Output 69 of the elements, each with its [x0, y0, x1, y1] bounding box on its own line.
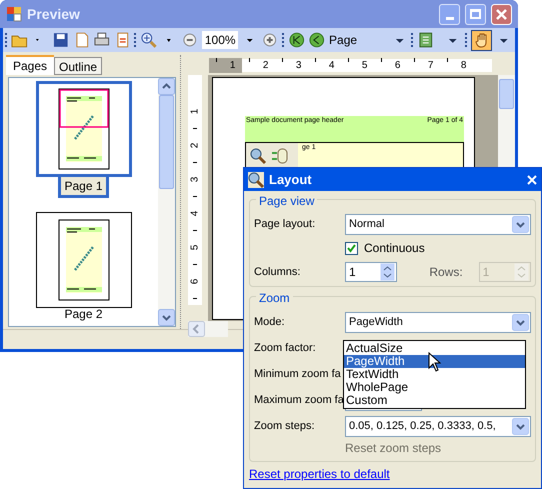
ruler-label: 2	[188, 142, 202, 148]
ruler-label: 4	[328, 58, 334, 72]
dropdown-field[interactable]: PageWidth	[345, 312, 531, 332]
field-label: Zoom factor:	[254, 340, 317, 356]
ruler-label: 5	[188, 244, 202, 250]
scroll-down-icon[interactable]	[158, 309, 175, 326]
window-title: Preview	[27, 4, 81, 24]
first-page-icon[interactable]	[288, 31, 306, 49]
dropdown-field[interactable]: Normal	[345, 214, 531, 234]
ruler-label: 6	[394, 58, 400, 72]
ruler-label: 4	[188, 210, 202, 216]
field-label: Zoom steps:	[254, 418, 316, 434]
page-label: Page 2	[64, 308, 103, 321]
reset-zoom-steps-link[interactable]: Reset zoom steps	[345, 441, 442, 455]
ruler-label: 2	[262, 58, 268, 72]
ruler-label: 5	[362, 58, 368, 72]
reset-link[interactable]: Reset properties to default	[249, 465, 390, 483]
checkbox-label: Continuous	[364, 240, 425, 257]
scroll-thumb[interactable]	[159, 95, 174, 189]
zoom-in-icon[interactable]	[140, 31, 158, 49]
spin-field[interactable]: 1	[345, 262, 398, 282]
spinner-arrows-icon[interactable]	[380, 263, 396, 281]
ruler-label: 1	[188, 108, 202, 114]
minimize-button[interactable]	[439, 4, 460, 24]
page-label: Page	[329, 32, 358, 49]
scroll-up-icon[interactable]	[158, 78, 175, 95]
magnifier-icon[interactable]	[249, 147, 267, 165]
page-thumbnail[interactable]	[36, 81, 132, 177]
panel-tab[interactable]: Pages	[6, 55, 54, 75]
dropdown-option[interactable]: Custom	[344, 394, 525, 407]
page-setup-icon[interactable]	[417, 31, 435, 49]
dialog-title: Layout	[269, 170, 313, 189]
dropdown-option[interactable]: WholePage	[344, 381, 525, 394]
panel-tab[interactable]: Outline	[54, 57, 102, 75]
dropdown-field[interactable]: 0.05, 0.125, 0.25, 0.3333, 0.5,	[345, 416, 531, 436]
dropdown-option[interactable]: TextWidth	[344, 368, 525, 381]
minus-icon[interactable]	[181, 31, 199, 49]
field-label: Minimum zoom fa	[254, 366, 342, 382]
ruler-label: 8	[460, 58, 466, 72]
field-label: Mode:	[254, 314, 286, 330]
ruler-label: 3	[188, 176, 202, 182]
hand-icon	[474, 32, 489, 48]
previous-page-icon[interactable]	[308, 31, 326, 49]
plus-icon[interactable]	[261, 31, 279, 49]
page-label: Page 1	[58, 177, 109, 198]
field-label: Maximum zoom fa	[254, 392, 345, 408]
dropdown-option[interactable]: ActualSize	[344, 342, 525, 355]
magnifier-icon	[247, 170, 265, 188]
dropdown-option[interactable]: PageWidth	[344, 355, 525, 368]
mouse-icon[interactable]	[271, 147, 289, 165]
scrollbar[interactable]	[158, 78, 175, 326]
close-icon[interactable]	[526, 174, 538, 186]
ruler-label: 1	[230, 58, 236, 72]
mouse-cursor-icon	[428, 352, 441, 372]
app-icon	[6, 6, 22, 22]
close-button[interactable]	[491, 4, 512, 24]
page-thumbnail[interactable]	[36, 212, 132, 308]
scroll-thumb[interactable]	[499, 79, 514, 109]
maximize-button[interactable]	[465, 4, 486, 24]
zoom-field[interactable]: 100%	[202, 31, 238, 49]
ruler-label: 3	[296, 58, 302, 72]
hand-tool-button[interactable]	[470, 30, 492, 50]
field-label: Page layout:	[254, 216, 316, 232]
ruler-label: 7	[428, 58, 434, 72]
save-icon[interactable]	[52, 31, 70, 49]
field-label: Rows:	[429, 264, 464, 281]
field-label: Columns:	[254, 264, 302, 280]
ruler-label: 6	[188, 278, 202, 284]
checkbox[interactable]	[345, 242, 358, 254]
